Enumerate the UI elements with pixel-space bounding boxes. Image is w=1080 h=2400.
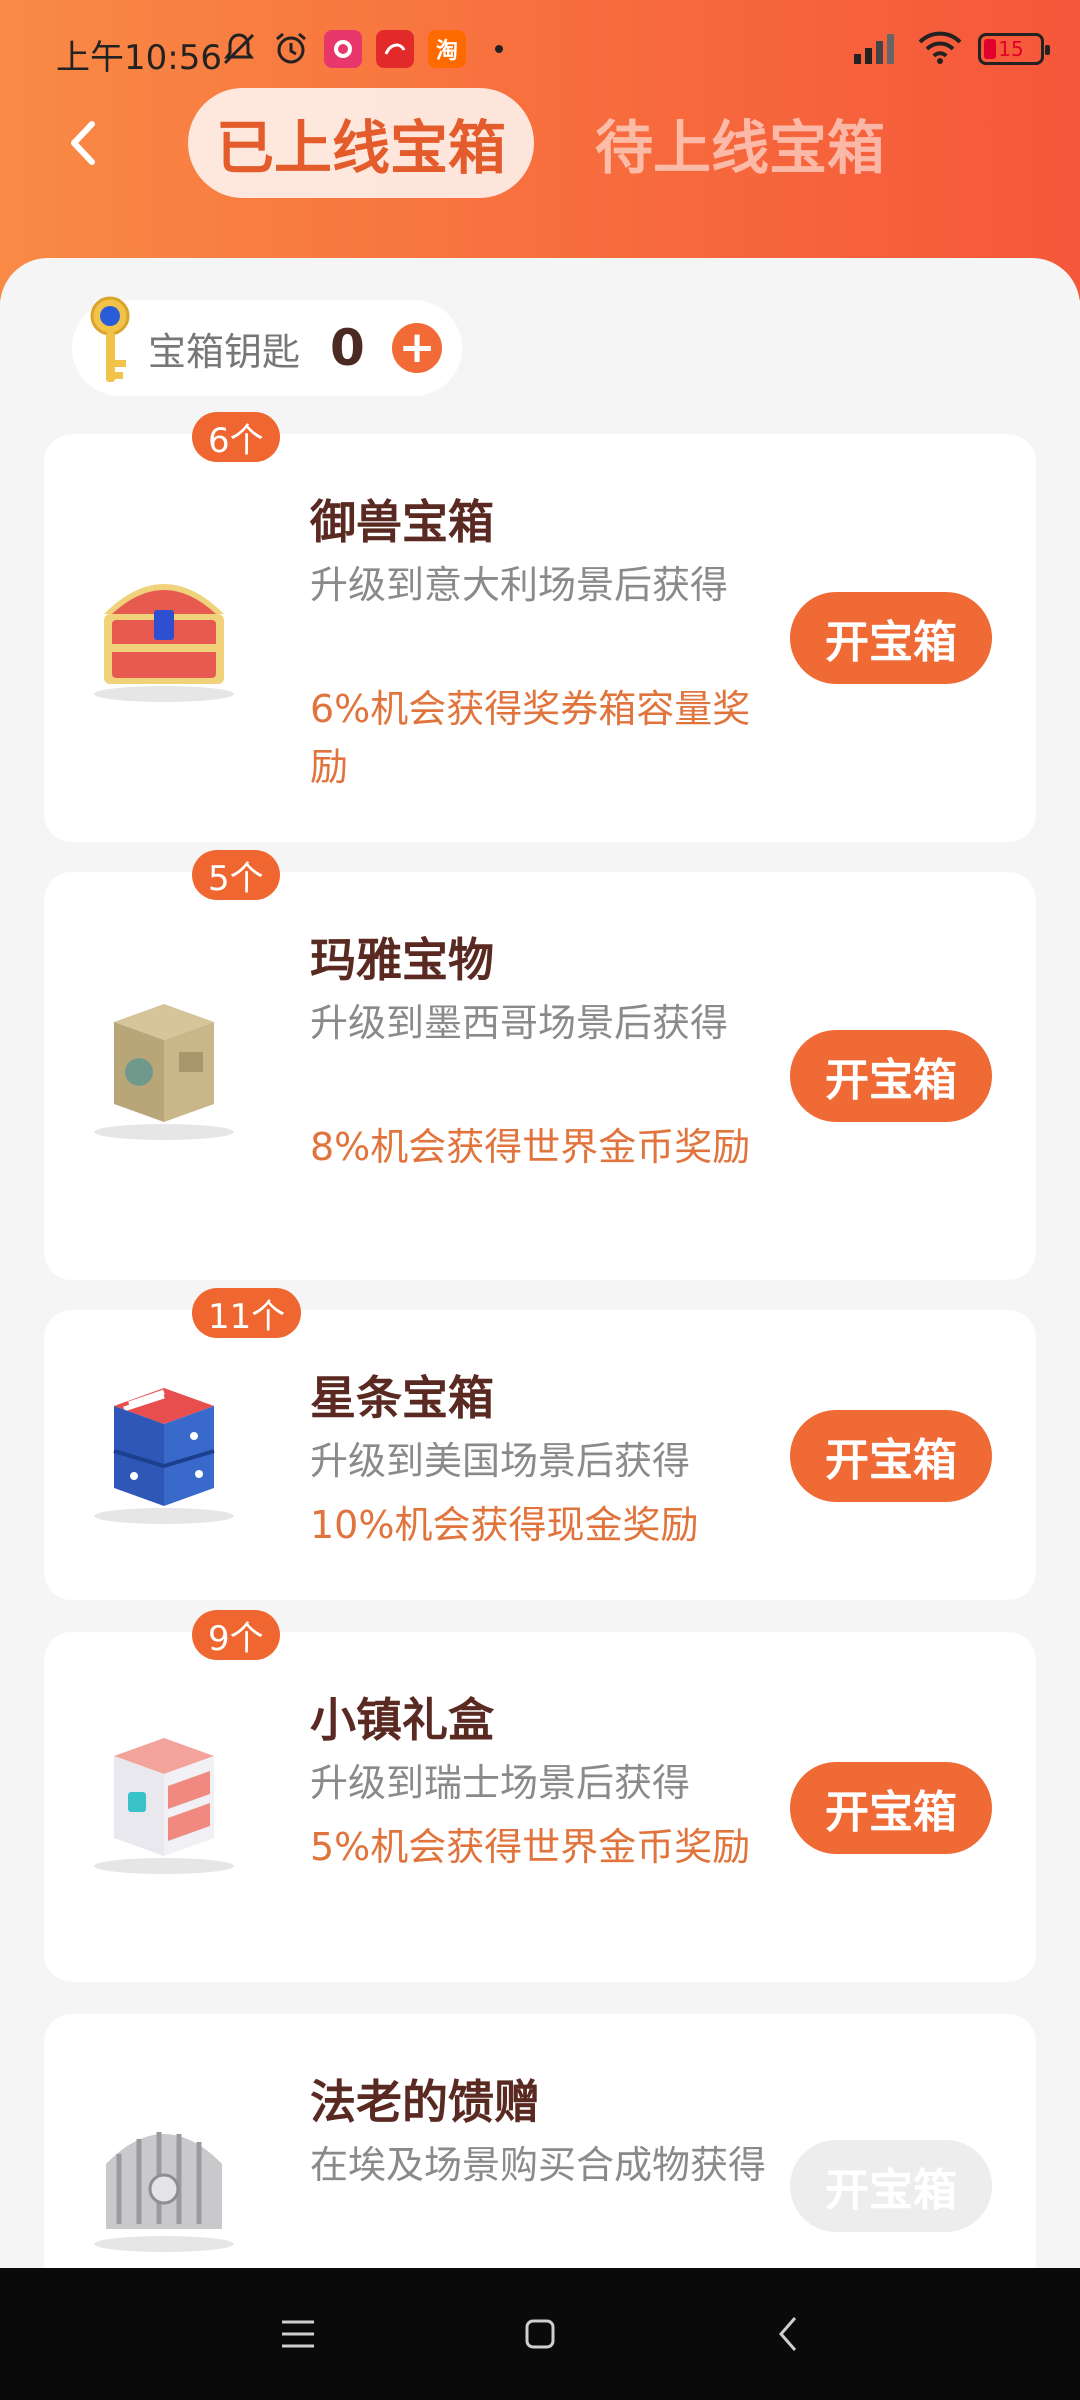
open-chest-button-disabled[interactable]: 开宝箱 — [790, 2140, 992, 2232]
tab-upcoming-chests[interactable]: 待上线宝箱 — [580, 88, 900, 198]
content-sheet: 宝箱钥匙 0 + 6个 御兽宝箱 升级到意大利场景后获得 6%机会获得奖券箱容量… — [0, 258, 1080, 2268]
back-button[interactable] — [54, 108, 114, 178]
keys-count: 0 — [330, 319, 365, 377]
home-nav-button[interactable] — [510, 2304, 570, 2364]
keys-pill: 宝箱钥匙 0 + — [72, 296, 462, 396]
chest-card-town-gift: 9个 小镇礼盒 升级到瑞士场景后获得 5%机会获得世界金币奖励 开宝箱 — [44, 1610, 1036, 1982]
pink-app-icon — [324, 30, 362, 68]
chest-title: 法老的馈赠 — [310, 2075, 540, 2129]
tab-online-chests[interactable]: 已上线宝箱 — [188, 88, 534, 198]
open-chest-button[interactable]: 开宝箱 — [790, 1030, 992, 1122]
chest-card-maya: 5个 玛雅宝物 升级到墨西哥场景后获得 8%机会获得世界金币奖励 开宝箱 — [44, 850, 1036, 1280]
chest-card-yushou: 6个 御兽宝箱 升级到意大利场景后获得 6%机会获得奖券箱容量奖励 开宝箱 — [44, 412, 1036, 842]
chest-reward: 8%机会获得世界金币奖励 — [310, 1125, 751, 1169]
mute-bell-icon — [220, 30, 258, 68]
red-app-icon — [376, 30, 414, 68]
stone-cube-chest-icon — [94, 1004, 234, 1140]
chest-card-stars-stripes: 11个 星条宝箱 升级到美国场景后获得 10%机会获得现金奖励 开宝箱 — [44, 1288, 1036, 1600]
home-square-icon — [525, 2319, 555, 2349]
chest-description: 升级到美国场景后获得 — [310, 1439, 691, 1483]
status-bar: 上午10:56 淘 15 — [0, 0, 1080, 100]
back-chevron-icon — [779, 2317, 797, 2351]
open-chest-button[interactable]: 开宝箱 — [790, 1410, 992, 1502]
battery-indicator: 15 — [978, 33, 1050, 65]
chest-description: 升级到墨西哥场景后获得 — [310, 1001, 729, 1045]
chest-title: 小镇礼盒 — [310, 1693, 494, 1747]
dot-icon — [480, 30, 518, 68]
chest-description: 升级到意大利场景后获得 — [310, 563, 729, 607]
system-nav-bar — [0, 2268, 1080, 2400]
open-chest-button[interactable]: 开宝箱 — [790, 592, 992, 684]
menu-icon — [282, 2320, 314, 2348]
chest-title: 玛雅宝物 — [310, 933, 494, 987]
chest-card-pharaoh: 法老的馈赠 在埃及场景购买合成物获得 开宝箱 — [44, 2014, 1036, 2268]
chest-title: 御兽宝箱 — [310, 495, 494, 549]
battery-level: 15 — [998, 37, 1024, 61]
chest-title: 星条宝箱 — [310, 1371, 494, 1425]
keys-label: 宝箱钥匙 — [148, 329, 301, 374]
alarm-icon — [272, 30, 310, 68]
chest-count-badge: 5个 — [192, 850, 280, 900]
taobao-icon: 淘 — [428, 30, 466, 68]
add-keys-button[interactable]: + — [392, 323, 442, 373]
pink-gift-chest-icon — [94, 1738, 234, 1874]
open-chest-button[interactable]: 开宝箱 — [790, 1762, 992, 1854]
chest-reward: 5%机会获得世界金币奖励 — [310, 1825, 751, 1869]
silver-chest-icon — [94, 2132, 234, 2252]
chest-description: 升级到瑞士场景后获得 — [310, 1761, 691, 1805]
key-icon — [90, 296, 130, 382]
wifi-icon — [918, 30, 962, 68]
chest-reward: 6%机会获得奖券箱容量奖励 — [310, 687, 751, 789]
chest-description: 在埃及场景购买合成物获得 — [310, 2143, 767, 2187]
back-nav-button[interactable] — [758, 2304, 818, 2364]
chevron-left-icon — [71, 121, 95, 165]
chest-count-badge: 9个 — [192, 1610, 280, 1660]
signal-icon — [852, 30, 902, 68]
red-treasure-chest-icon — [94, 584, 234, 702]
chest-count-badge: 11个 — [192, 1288, 302, 1338]
chest-count-badge: 6个 — [192, 412, 280, 462]
chest-reward: 10%机会获得现金奖励 — [310, 1503, 699, 1547]
star-stripe-chest-icon — [94, 1388, 234, 1524]
menu-nav-button[interactable] — [268, 2304, 328, 2364]
status-time: 上午10:56 — [56, 38, 222, 78]
